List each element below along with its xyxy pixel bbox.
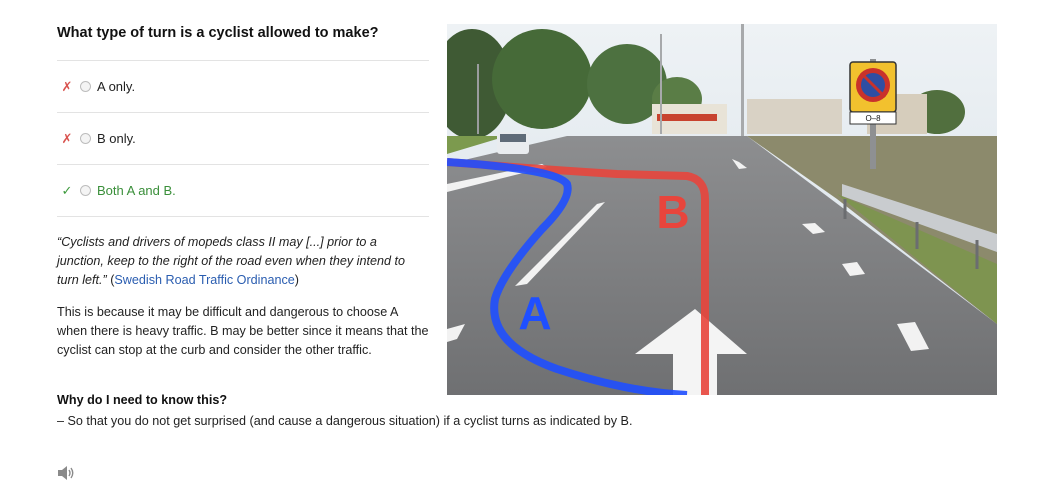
source-link[interactable]: Swedish Road Traffic Ordinance — [114, 273, 294, 287]
law-quote: “Cyclists and drivers of mopeds class II… — [57, 233, 427, 290]
road-illustration: O–8 A B — [447, 24, 997, 395]
radio-button[interactable] — [80, 185, 91, 196]
quote-paren-close: ) — [294, 273, 299, 287]
answer-label: B only. — [97, 131, 136, 146]
cross-icon: ✗ — [61, 130, 73, 146]
cross-icon: ✗ — [61, 78, 73, 94]
label-b: B — [656, 186, 689, 238]
why-title: Why do I need to know this? — [57, 393, 228, 407]
radio-button[interactable] — [80, 81, 91, 92]
why-text: – So that you do not get surprised (and … — [57, 414, 633, 428]
answer-list: ✗ A only. ✗ B only. ✓ Both A and B. — [57, 60, 429, 217]
answer-option-b[interactable]: ✗ B only. — [57, 112, 429, 164]
question-title: What type of turn is a cyclist allowed t… — [57, 25, 379, 41]
explanation-text: This is because it may be difficult and … — [57, 305, 429, 357]
answer-option-both[interactable]: ✓ Both A and B. — [57, 164, 429, 217]
answer-label: Both A and B. — [97, 183, 176, 198]
radio-button[interactable] — [80, 133, 91, 144]
sign-text: O–8 — [865, 114, 881, 123]
answer-label: A only. — [97, 79, 136, 94]
answer-option-a[interactable]: ✗ A only. — [57, 60, 429, 112]
label-a: A — [518, 287, 551, 339]
speaker-icon[interactable] — [56, 464, 76, 482]
check-icon: ✓ — [61, 182, 73, 198]
